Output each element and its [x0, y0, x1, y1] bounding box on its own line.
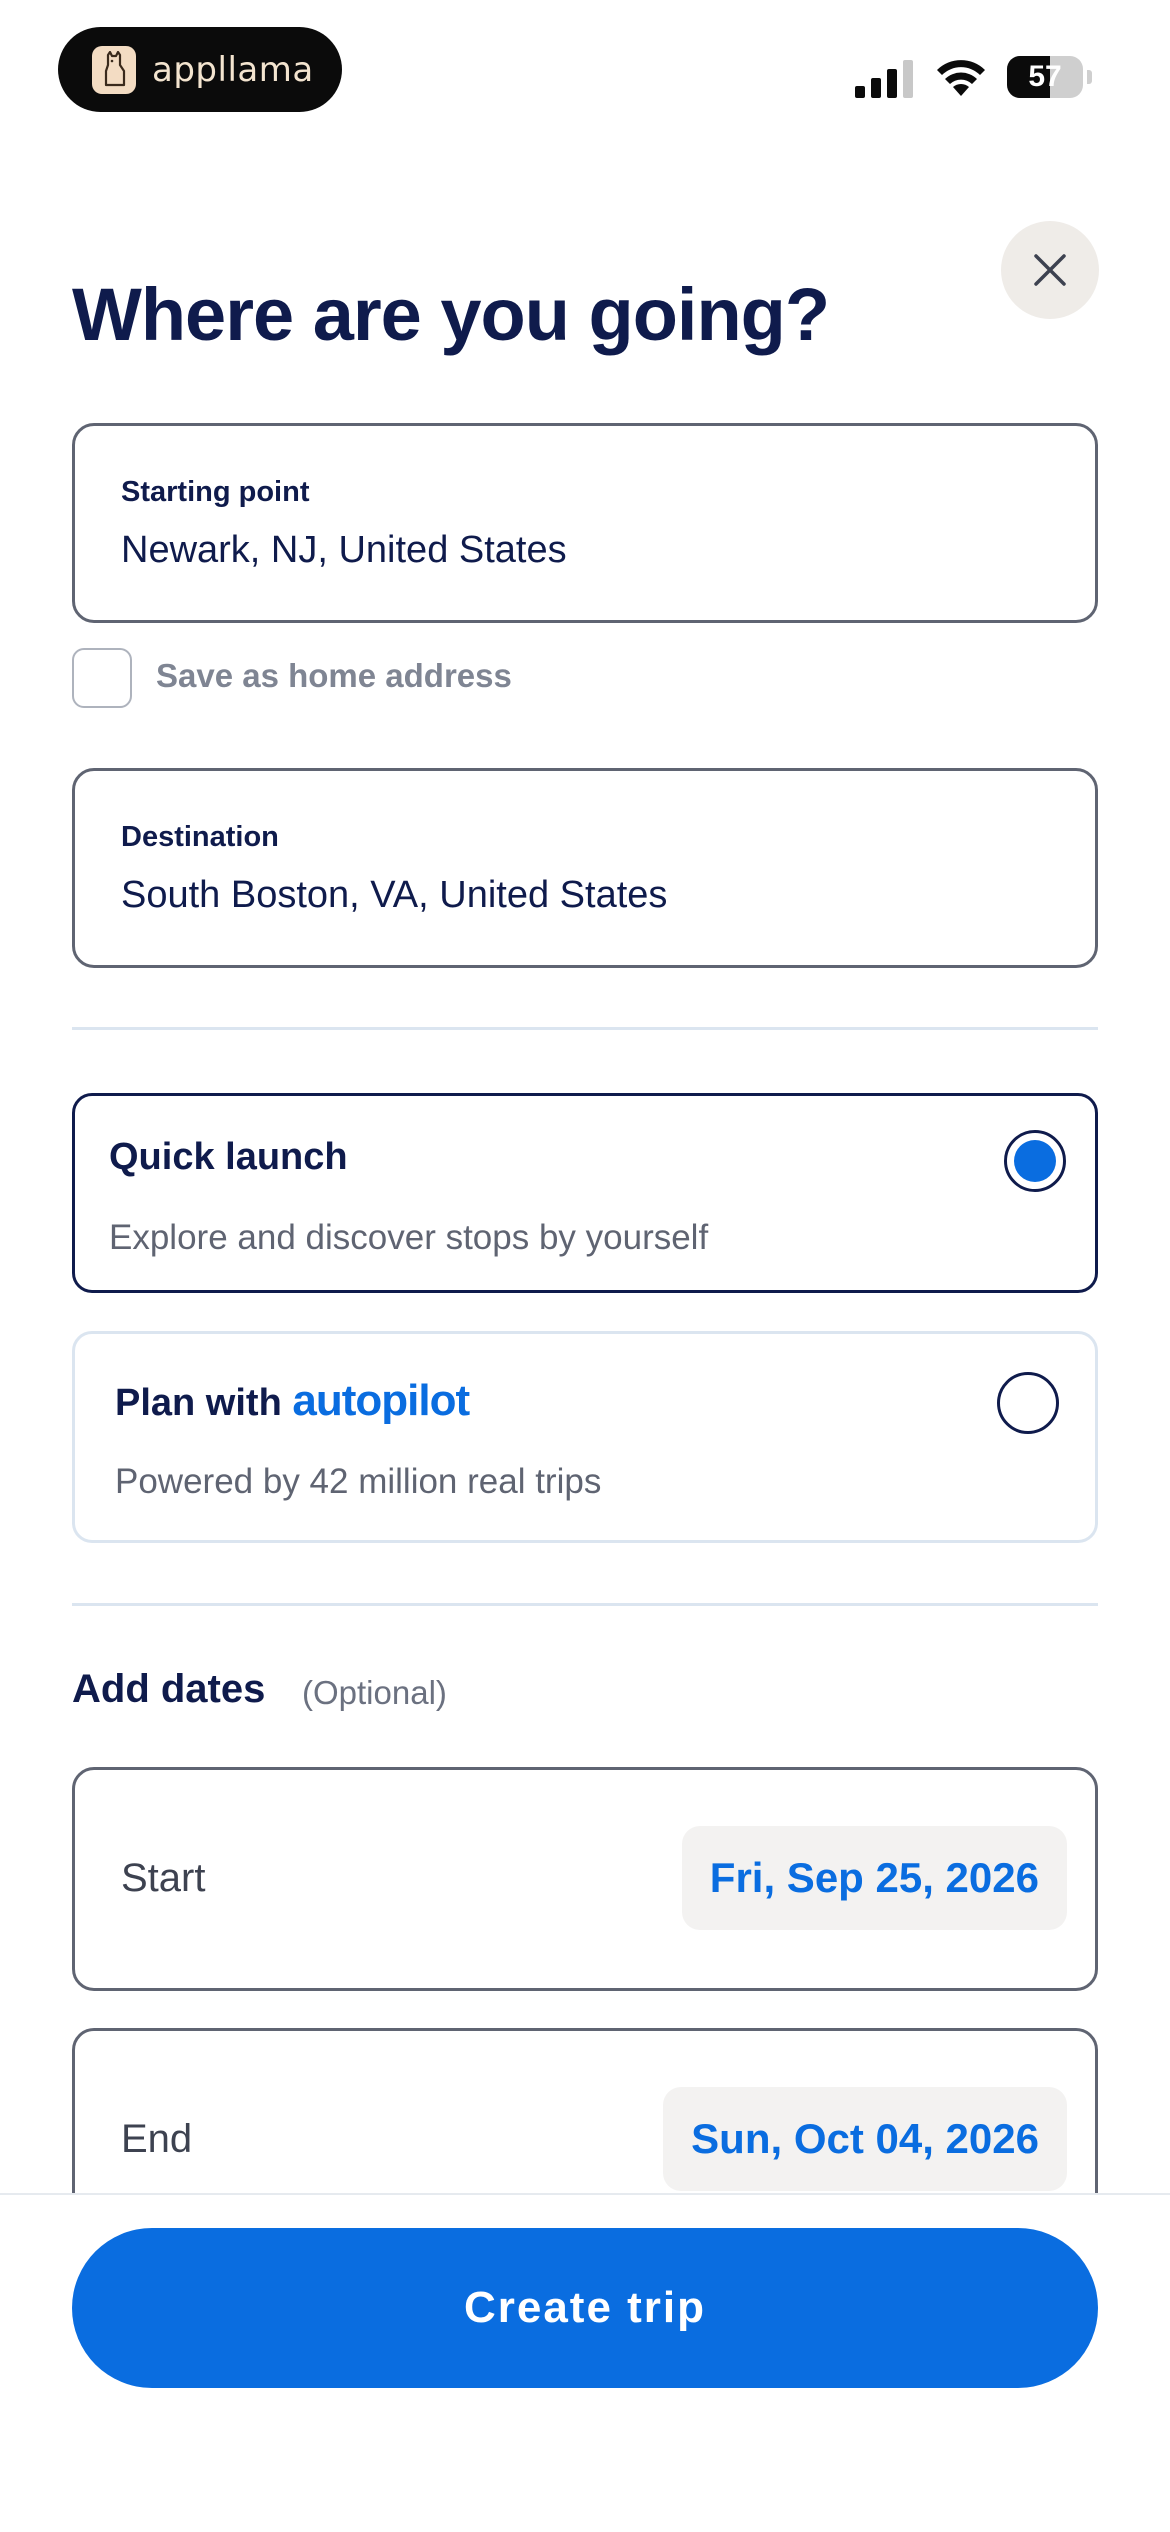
battery-icon: 57 [1007, 56, 1092, 98]
divider [72, 1603, 1098, 1606]
autopilot-title: Plan with autopilot [115, 1376, 470, 1426]
app-badge: appllama [58, 27, 342, 112]
quick-launch-radio[interactable] [1004, 1130, 1066, 1192]
quick-launch-subtitle: Explore and discover stops by yourself [109, 1218, 709, 1257]
status-bar: appllama 57 [0, 0, 1170, 150]
add-dates-heading: Add dates [72, 1667, 266, 1711]
autopilot-subtitle: Powered by 42 million real trips [115, 1462, 602, 1501]
destination-label: Destination [121, 821, 279, 853]
divider [72, 1027, 1098, 1030]
close-button[interactable] [1001, 221, 1099, 319]
destination-value: South Boston, VA, United States [121, 874, 668, 916]
bottom-bar: Create trip [0, 2193, 1170, 2532]
quick-launch-option[interactable]: Quick launch Explore and discover stops … [72, 1093, 1098, 1293]
autopilot-radio[interactable] [997, 1372, 1059, 1434]
app-name: appllama [152, 49, 314, 90]
save-home-checkbox[interactable] [72, 648, 132, 708]
destination-field[interactable]: Destination South Boston, VA, United Sta… [72, 768, 1098, 968]
quick-launch-title: Quick launch [109, 1136, 348, 1178]
starting-point-label: Starting point [121, 476, 310, 508]
signal-icon [855, 60, 913, 98]
autopilot-option[interactable]: Plan with autopilot Powered by 42 millio… [72, 1331, 1098, 1543]
wifi-icon [937, 60, 985, 96]
autopilot-title-prefix: Plan with [115, 1382, 282, 1424]
end-label: End [121, 2117, 193, 2161]
llama-logo-icon [92, 45, 136, 94]
battery-level: 57 [1028, 60, 1062, 93]
page-title: Where are you going? [72, 273, 830, 356]
save-home-label: Save as home address [156, 657, 512, 694]
start-date-chip[interactable]: Fri, Sep 25, 2026 [681, 1826, 1067, 1930]
end-date-chip[interactable]: Sun, Oct 04, 2026 [663, 2087, 1067, 2191]
starting-point-value: Newark, NJ, United States [121, 529, 567, 571]
starting-point-field[interactable]: Starting point Newark, NJ, United States [72, 423, 1098, 623]
start-date-row[interactable]: Start Fri, Sep 25, 2026 [72, 1767, 1098, 1991]
autopilot-brand: autopilot [292, 1376, 470, 1425]
close-icon [1034, 254, 1066, 286]
create-trip-button[interactable]: Create trip [72, 2228, 1098, 2388]
optional-label: (Optional) [302, 1674, 447, 1711]
start-label: Start [121, 1856, 206, 1900]
